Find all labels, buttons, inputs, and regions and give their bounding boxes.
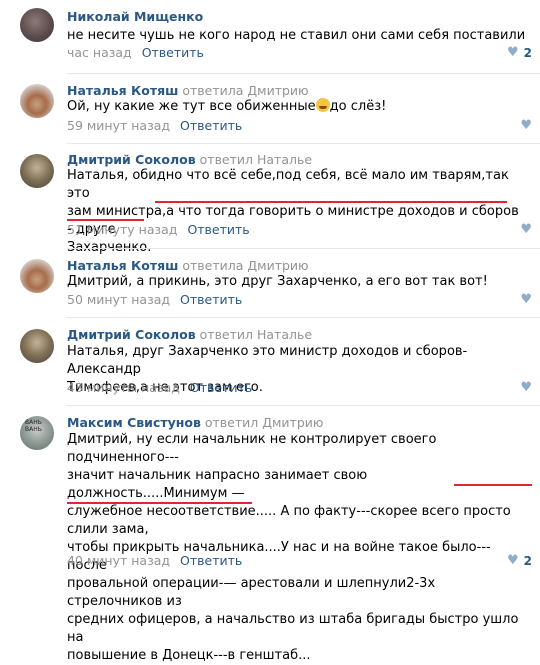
highlight-underline	[155, 201, 507, 203]
comment-meta: 59 минут назад Ответить	[67, 118, 242, 133]
comment-header: Наталья Котяш ответила Дмитрию	[67, 258, 309, 273]
comment-text: Дмитрий, ну если начальник не контролиру…	[67, 432, 519, 663]
reply-button[interactable]: Ответить	[187, 222, 249, 237]
like-button[interactable]: ♥	[520, 222, 532, 237]
comment-header: Максим Свистунов ответил Дмитрию	[67, 415, 323, 430]
comment-meta: 40 минут назад Ответить	[67, 553, 242, 568]
comment-meta: час назад Ответить	[67, 45, 204, 60]
comment-header: Дмитрий Соколов ответил Наталье	[67, 152, 312, 167]
heart-icon: ♥	[520, 222, 532, 237]
like-button[interactable]: ♥ 2	[507, 45, 532, 60]
like-button[interactable]: ♥	[520, 118, 532, 133]
highlight-underline	[454, 484, 532, 486]
divider	[67, 248, 540, 249]
heart-icon: ♥	[520, 118, 532, 133]
like-count: 2	[523, 553, 532, 568]
like-count: 2	[523, 45, 532, 60]
timestamp[interactable]: 40 минут назад	[67, 553, 170, 568]
like-button[interactable]: ♥ 2	[507, 553, 532, 568]
comment-header: Наталья Котяш ответила Дмитрию	[67, 83, 309, 98]
highlight-underline	[67, 219, 144, 221]
reply-button[interactable]: Ответить	[180, 118, 242, 133]
reply-button[interactable]: Ответить	[180, 292, 242, 307]
comment-text: Дмитрий, а прикинь, это друг Захарченко,…	[67, 274, 488, 289]
timestamp[interactable]: 51 минуту назад	[67, 222, 177, 237]
comment-meta: 43 минуты назад Ответить	[67, 380, 252, 395]
reply-button[interactable]: Ответить	[142, 45, 204, 60]
comment-text: не несите чушь не кого народ не ставил о…	[67, 28, 526, 43]
comment-text: Ой, ну какие же тут все обиженные до слёз…	[67, 98, 527, 116]
divider	[67, 143, 540, 144]
divider	[67, 73, 540, 74]
comment-meta: 51 минуту назад Ответить	[67, 222, 250, 237]
avatar[interactable]	[20, 329, 54, 363]
author-name[interactable]: Николай Мищенко	[67, 9, 203, 24]
highlight-underline	[67, 502, 252, 504]
avatar[interactable]	[20, 259, 54, 293]
timestamp[interactable]: 59 минут назад	[67, 118, 170, 133]
author-name[interactable]: Дмитрий Соколов	[67, 152, 196, 167]
avatar[interactable]	[20, 154, 54, 188]
timestamp[interactable]: 50 минут назад	[67, 292, 170, 307]
author-name[interactable]: Наталья Котяш	[67, 258, 178, 273]
avatar[interactable]	[20, 84, 54, 118]
avatar-caption: ВАНЬ ВАНЬ	[25, 419, 42, 433]
divider	[67, 317, 540, 318]
heart-icon: ♥	[520, 292, 532, 307]
reply-button[interactable]: Ответить	[180, 553, 242, 568]
emoji-icon	[315, 98, 330, 112]
replied-to[interactable]: ответила Дмитрию	[182, 258, 308, 273]
heart-icon: ♥	[520, 380, 532, 395]
like-button[interactable]: ♥	[520, 292, 532, 307]
author-name[interactable]: Дмитрий Соколов	[67, 327, 196, 342]
comment-text-part: Ой, ну какие же тут все обиженные	[67, 99, 316, 114]
comment-header: Николай Мищенко	[67, 9, 203, 24]
comment-header: Дмитрий Соколов ответил Наталье	[67, 327, 312, 342]
avatar[interactable]	[20, 8, 54, 42]
replied-to[interactable]: ответил Наталье	[200, 327, 312, 342]
author-name[interactable]: Максим Свистунов	[67, 415, 201, 430]
replied-to[interactable]: ответила Дмитрию	[182, 83, 308, 98]
replied-to[interactable]: ответил Дмитрию	[205, 415, 324, 430]
comment-text: Наталья, обидно что всё себе,под себя, в…	[67, 168, 519, 255]
divider	[67, 405, 540, 406]
timestamp[interactable]: 43 минуты назад	[67, 380, 180, 395]
comment-text-part: до слёз!	[329, 99, 387, 114]
heart-icon: ♥	[506, 553, 519, 568]
reply-button[interactable]: Ответить	[190, 380, 252, 395]
replied-to[interactable]: ответил Наталье	[200, 152, 312, 167]
comment-meta: 50 минут назад Ответить	[67, 292, 242, 307]
author-name[interactable]: Наталья Котяш	[67, 83, 178, 98]
heart-icon: ♥	[506, 45, 519, 60]
like-button[interactable]: ♥	[520, 380, 532, 395]
timestamp[interactable]: час назад	[67, 45, 132, 60]
avatar[interactable]: ВАНЬ ВАНЬ	[20, 416, 54, 450]
